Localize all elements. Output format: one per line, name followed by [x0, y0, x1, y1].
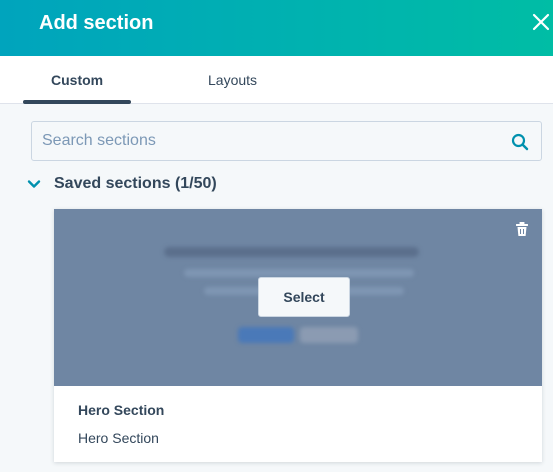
trash-icon[interactable]: [514, 221, 530, 237]
close-icon: [532, 13, 550, 31]
close-button[interactable]: [529, 8, 553, 36]
panel-title: Add section: [39, 12, 154, 34]
active-tab-indicator: [23, 100, 131, 104]
search-box: [31, 121, 542, 161]
section-preview-thumbnail: Select: [54, 209, 542, 386]
saved-sections-label: Saved sections (1/50): [54, 175, 217, 192]
chevron-down-icon: [27, 180, 41, 188]
preview-primary-button: [238, 327, 294, 343]
preview-text-line: [184, 269, 414, 277]
tab-bar: Custom Layouts: [0, 56, 553, 104]
search-icon[interactable]: [511, 133, 529, 151]
preview-secondary-button: [300, 327, 358, 343]
saved-sections-toggle[interactable]: Saved sections (1/50): [26, 172, 217, 196]
tab-layouts[interactable]: Layouts: [208, 72, 257, 88]
select-button[interactable]: Select: [258, 277, 350, 317]
saved-section-card[interactable]: Select Hero Section Hero Section: [54, 209, 542, 462]
section-description: Hero Section: [78, 430, 159, 446]
preview-heading: [164, 247, 419, 257]
search-input[interactable]: [42, 130, 502, 152]
tab-custom[interactable]: Custom: [51, 72, 103, 88]
panel-header: Add section: [0, 0, 553, 56]
section-title: Hero Section: [78, 402, 165, 418]
